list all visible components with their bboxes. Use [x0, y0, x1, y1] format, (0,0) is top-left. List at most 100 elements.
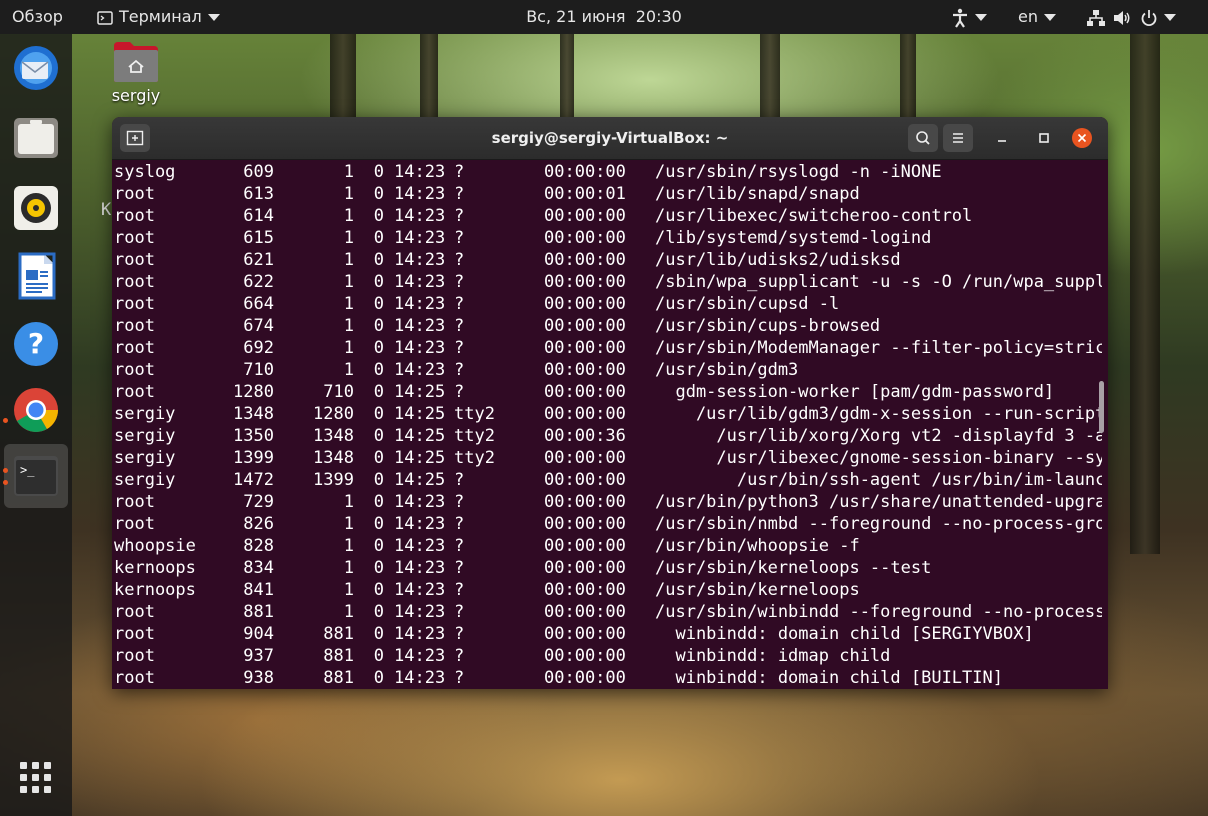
process-user: sergiy: [114, 426, 176, 446]
running-indicator: [3, 468, 8, 473]
rhythmbox-icon[interactable]: [12, 184, 60, 232]
terminal-titlebar[interactable]: sergiy@sergiy-VirtualBox: ~: [112, 117, 1108, 160]
process-pid: 1399: [233, 448, 274, 468]
process-cmd: /usr/bin/python3 /usr/share/unattended-u…: [655, 492, 1102, 512]
help-icon[interactable]: ?: [12, 320, 60, 368]
process-c: 0: [373, 426, 384, 446]
process-c: 0: [373, 338, 384, 358]
process-pid: 1350: [233, 426, 274, 446]
libreoffice-writer-icon[interactable]: [12, 252, 60, 300]
process-cmd: /usr/sbin/kerneloops --test: [655, 558, 932, 578]
language-selector[interactable]: en: [1018, 0, 1056, 34]
process-tty: ?: [454, 316, 465, 336]
process-c: 0: [373, 382, 384, 402]
process-c: 0: [373, 184, 384, 204]
process-ppid: 1399: [313, 470, 354, 490]
maximize-button[interactable]: [1034, 128, 1054, 148]
search-icon: [916, 131, 930, 145]
process-c: 0: [373, 558, 384, 578]
process-user: root: [114, 294, 155, 314]
process-stime: 14:23: [394, 360, 446, 380]
desktop-home-folder[interactable]: sergiy: [108, 40, 164, 105]
activities-button[interactable]: Обзор: [12, 0, 63, 34]
chrome-icon[interactable]: [12, 386, 60, 434]
menu-button[interactable]: [943, 124, 973, 152]
accessibility-menu[interactable]: [951, 0, 987, 34]
system-menu[interactable]: [1086, 0, 1176, 34]
process-c: 0: [373, 360, 384, 380]
clock[interactable]: Вс, 21 июня 20:30: [526, 7, 682, 26]
process-tty: ?: [454, 580, 465, 600]
terminal-window[interactable]: sergiy@sergiy-VirtualBox: ~ syslog 609 1: [112, 117, 1108, 689]
desktop-stray-text: K: [101, 200, 112, 220]
process-ppid: 881: [323, 646, 354, 666]
process-pid: 674: [243, 316, 274, 336]
process-stime: 14:23: [394, 338, 446, 358]
process-time: 00:00:00: [544, 360, 626, 380]
process-tty: tty2: [454, 448, 495, 468]
process-time: 00:00:00: [544, 404, 626, 424]
process-time: 00:00:01: [544, 184, 626, 204]
process-tty: ?: [454, 360, 465, 380]
process-ppid: 1: [343, 316, 354, 336]
process-c: 0: [373, 228, 384, 248]
process-stime: 14:25: [394, 470, 446, 490]
process-c: 0: [373, 536, 384, 556]
process-tty: ?: [454, 228, 465, 248]
process-c: 0: [373, 580, 384, 600]
minimize-button[interactable]: [992, 128, 1012, 148]
process-cmd: winbindd: domain child [BUILTIN]: [655, 668, 1003, 688]
process-stime: 14:25: [394, 448, 446, 468]
chevron-down-icon: [207, 14, 220, 21]
process-cmd: /usr/bin/ssh-agent /usr/bin/im-launc: [655, 470, 1102, 490]
process-time: 00:00:00: [544, 316, 626, 336]
process-time: 00:00:00: [544, 228, 626, 248]
thunderbird-icon[interactable]: [12, 44, 60, 92]
process-stime: 14:23: [394, 184, 446, 204]
process-tty: ?: [454, 624, 465, 644]
process-cmd: /sbin/wpa_supplicant -u -s -O /run/wpa_s…: [655, 272, 1102, 292]
hamburger-icon: [953, 133, 963, 143]
process-cmd: /usr/sbin/nmbd --foreground --no-process…: [655, 514, 1102, 534]
scrollbar[interactable]: [1099, 381, 1104, 433]
process-cmd: /lib/systemd/systemd-logind: [655, 228, 932, 248]
process-ppid: 881: [323, 668, 354, 688]
process-cmd: /usr/sbin/ModemManager --filter-policy=s…: [655, 338, 1102, 358]
process-c: 0: [373, 470, 384, 490]
accessibility-icon: [953, 8, 967, 28]
process-cmd: /usr/lib/gdm3/gdm-x-session --run-script: [655, 404, 1102, 424]
terminal-output[interactable]: syslog 609 1 0 14:23? 00:00:00/usr/sbin/rsysl…: [112, 159, 1102, 689]
process-ppid: 1: [343, 360, 354, 380]
process-user: root: [114, 184, 155, 204]
process-stime: 14:23: [394, 492, 446, 512]
files-icon[interactable]: [12, 114, 60, 162]
process-c: 0: [373, 514, 384, 534]
process-cmd: winbindd: idmap child: [655, 646, 891, 666]
svg-text:?: ?: [28, 327, 44, 360]
running-indicator: [3, 480, 8, 485]
process-tty: ?: [454, 338, 465, 358]
process-stime: 14:23: [394, 580, 446, 600]
process-time: 00:00:00: [544, 294, 626, 314]
process-pid: 1280: [233, 382, 274, 402]
process-cmd: gdm-session-worker [pam/gdm-password]: [655, 382, 1055, 402]
process-ppid: 1: [343, 184, 354, 204]
terminal-icon[interactable]: >_: [12, 452, 60, 500]
process-time: 00:00:00: [544, 206, 626, 226]
process-user: syslog: [114, 162, 176, 182]
process-tty: ?: [454, 558, 465, 578]
process-cmd: /usr/sbin/cupsd -l: [655, 294, 840, 314]
process-time: 00:00:00: [544, 382, 626, 402]
show-applications-button[interactable]: [20, 762, 54, 796]
process-time: 00:00:00: [544, 514, 626, 534]
process-pid: 834: [243, 558, 274, 578]
process-cmd: /usr/libexec/gnome-session-binary --sy: [655, 448, 1102, 468]
process-ppid: 710: [323, 382, 354, 402]
process-time: 00:00:00: [544, 602, 626, 622]
search-button[interactable]: [908, 124, 938, 152]
close-button[interactable]: [1072, 128, 1092, 148]
process-tty: ?: [454, 514, 465, 534]
process-cmd: winbindd: domain child [SERGIYVBOX]: [655, 624, 1034, 644]
app-menu-button[interactable]: Терминал: [97, 0, 220, 34]
process-stime: 14:23: [394, 668, 446, 688]
